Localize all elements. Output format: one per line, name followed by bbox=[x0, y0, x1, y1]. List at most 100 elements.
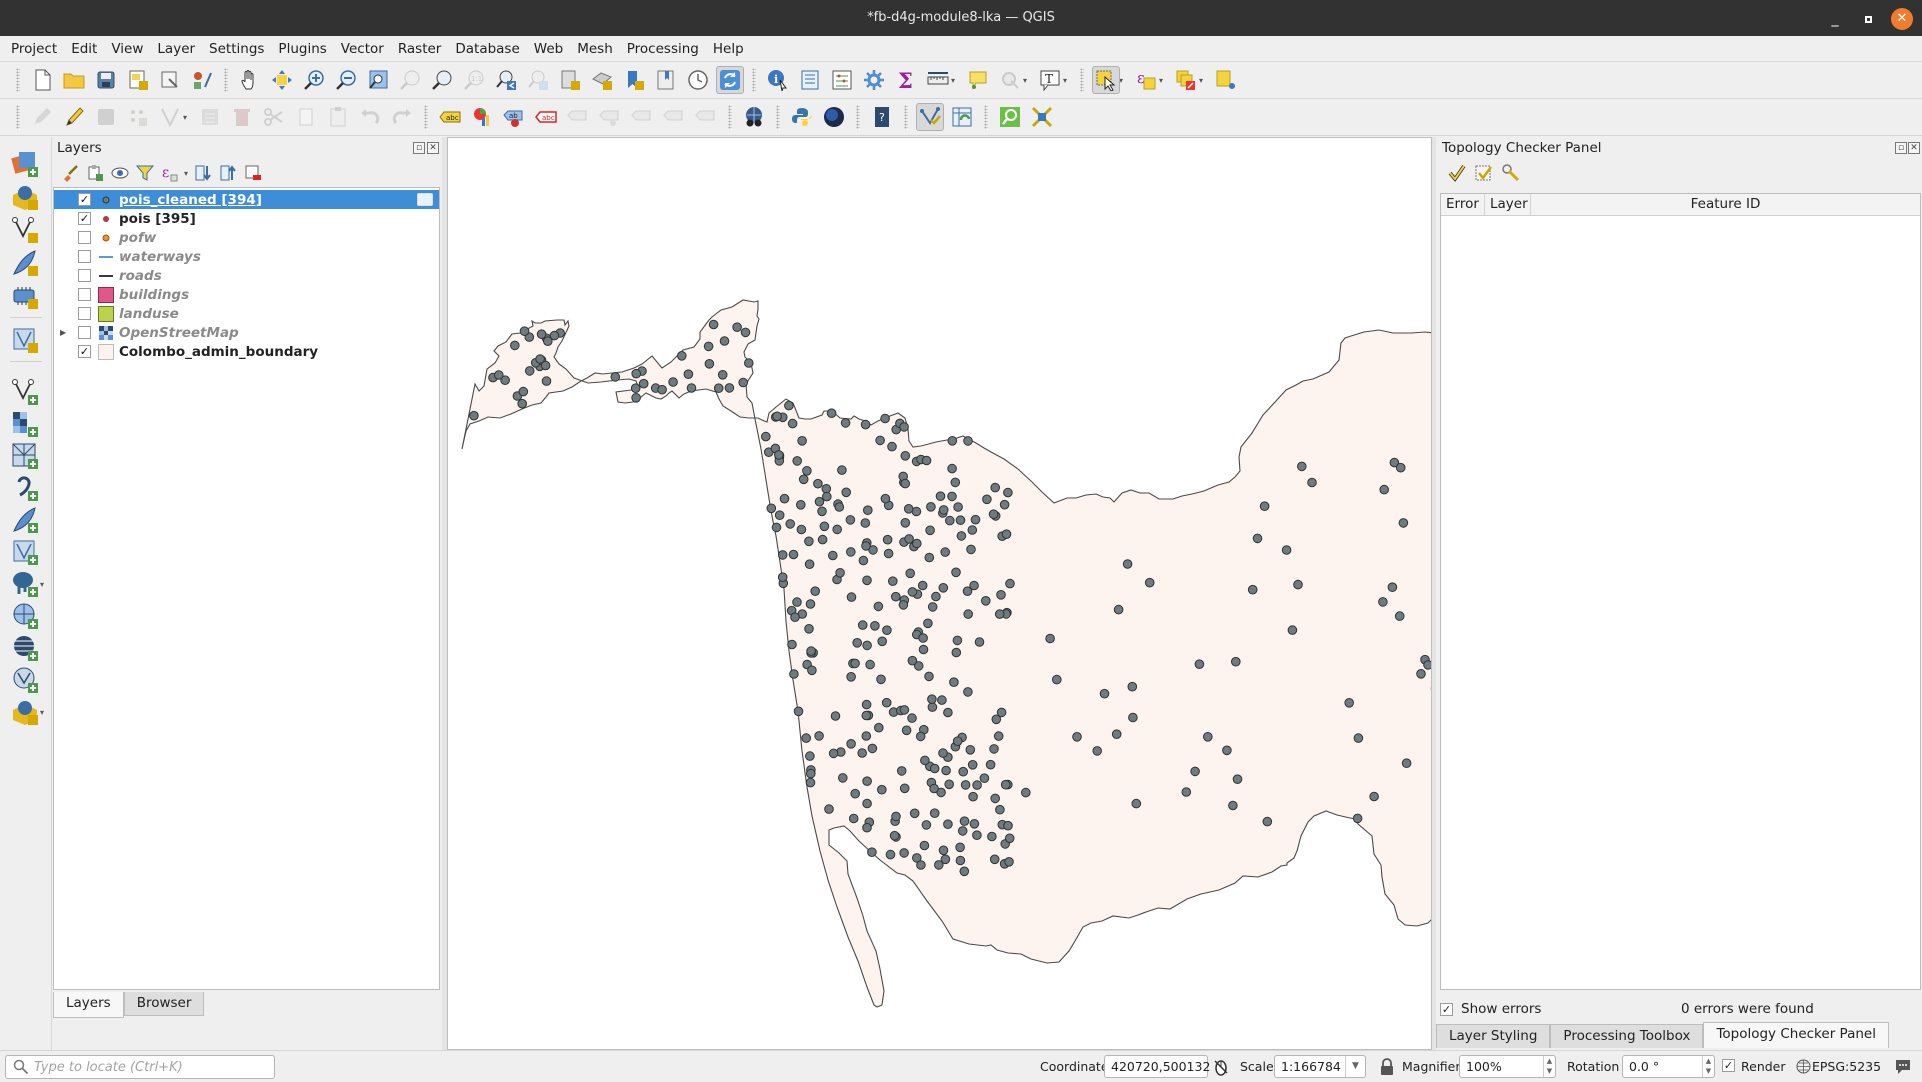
layer-visibility-checkbox[interactable]: ✓ bbox=[78, 212, 91, 225]
pan-to-selection-button[interactable] bbox=[268, 66, 296, 94]
tab-layers[interactable]: Layers bbox=[53, 992, 124, 1018]
layer-item-buildings[interactable]: buildings bbox=[54, 285, 439, 304]
measure-dropdown[interactable]: ▾ bbox=[951, 76, 959, 85]
locator-input[interactable] bbox=[34, 1058, 269, 1076]
validate-extent-button[interactable] bbox=[1473, 162, 1495, 184]
menu-database[interactable]: Database bbox=[448, 41, 526, 57]
show-errors-checkbox[interactable]: ✓ bbox=[1440, 1002, 1453, 1016]
menu-view[interactable]: View bbox=[104, 41, 150, 57]
change-label-button[interactable] bbox=[660, 103, 688, 131]
layer-visibility-checkbox[interactable] bbox=[78, 231, 91, 244]
filter-by-expression-button[interactable]: ε bbox=[159, 162, 181, 184]
layer-visibility-checkbox[interactable]: ✓ bbox=[78, 345, 91, 358]
toolbar-grip[interactable] bbox=[16, 68, 20, 92]
add-geopackage-button[interactable] bbox=[10, 697, 40, 727]
zoom-next-button[interactable] bbox=[524, 66, 552, 94]
render-checkbox[interactable]: ✓ bbox=[1722, 1059, 1735, 1072]
move-label-button[interactable] bbox=[564, 103, 592, 131]
python-console-button[interactable] bbox=[788, 103, 816, 131]
show-hide-labels-button[interactable] bbox=[596, 103, 624, 131]
add-group-button[interactable] bbox=[84, 162, 106, 184]
rotate-label-button[interactable] bbox=[628, 103, 656, 131]
show-bookmarks-button[interactable] bbox=[652, 66, 680, 94]
quick-osm-button[interactable] bbox=[996, 103, 1024, 131]
data-source-manager-button[interactable] bbox=[10, 149, 40, 179]
new-3d-map-view-button[interactable] bbox=[588, 66, 616, 94]
menu-help[interactable]: Help bbox=[706, 41, 751, 57]
layer-labeling-button[interactable]: abc bbox=[436, 103, 464, 131]
help-button[interactable]: ? bbox=[868, 103, 896, 131]
column-header-feature-id[interactable]: Feature ID bbox=[1531, 194, 1920, 216]
collapse-all-button[interactable] bbox=[217, 162, 239, 184]
menu-edit[interactable]: Edit bbox=[64, 41, 104, 57]
tab-processing-toolbox[interactable]: Processing Toolbox bbox=[1550, 1024, 1704, 1048]
close-panel-button[interactable]: ✕ bbox=[1908, 142, 1920, 154]
validate-all-button[interactable] bbox=[1446, 162, 1468, 184]
toolbar-grip[interactable] bbox=[728, 105, 732, 129]
layer-item-colombo-admin-boundary[interactable]: ✓ Colombo_admin_boundary bbox=[54, 342, 439, 361]
deselect-dropdown[interactable]: ▾ bbox=[1199, 76, 1207, 85]
statistical-summary-button[interactable]: Σ bbox=[892, 66, 920, 94]
layer-visibility-checkbox[interactable] bbox=[78, 326, 91, 339]
web-browser-button[interactable] bbox=[820, 103, 848, 131]
metasearch-button[interactable] bbox=[740, 103, 768, 131]
menu-mesh[interactable]: Mesh bbox=[570, 41, 620, 57]
annotation-dropdown[interactable]: ▾ bbox=[1063, 76, 1071, 85]
remove-layer-button[interactable] bbox=[242, 162, 264, 184]
menu-plugins[interactable]: Plugins bbox=[271, 41, 333, 57]
menu-vector[interactable]: Vector bbox=[334, 41, 391, 57]
map-canvas[interactable] bbox=[447, 137, 1432, 1050]
select-dropdown[interactable]: ▾ bbox=[1119, 76, 1127, 85]
delete-selected-button[interactable] bbox=[228, 103, 256, 131]
select-by-expression-button[interactable]: ε bbox=[1132, 66, 1160, 94]
layer-item-pois-cleaned[interactable]: ✓ pois_cleaned [394] bbox=[54, 190, 439, 209]
scale-field[interactable]: 1:166784 ▼ bbox=[1274, 1055, 1366, 1078]
menu-project[interactable]: Project bbox=[4, 41, 64, 57]
magnifier-field[interactable]: 100% ▲ ▼ bbox=[1459, 1055, 1556, 1078]
temporal-controller-button[interactable] bbox=[684, 66, 712, 94]
tab-topology-checker[interactable]: Topology Checker Panel bbox=[1703, 1022, 1889, 1048]
postgis-dropdown[interactable]: ▾ bbox=[40, 580, 44, 589]
measure-line-button[interactable] bbox=[924, 66, 952, 94]
messages-icon[interactable] bbox=[1894, 1058, 1912, 1075]
action-dropdown[interactable]: ▾ bbox=[1023, 76, 1031, 85]
paste-features-button[interactable] bbox=[324, 103, 352, 131]
pan-map-button[interactable] bbox=[236, 66, 264, 94]
toolbar-grip[interactable] bbox=[904, 105, 908, 129]
layer-item-roads[interactable]: roads bbox=[54, 266, 439, 285]
maximize-button[interactable] bbox=[1857, 8, 1879, 30]
layer-visibility-checkbox[interactable]: ✓ bbox=[78, 193, 91, 206]
layer-diagram-button[interactable] bbox=[468, 103, 496, 131]
show-errors-toggle[interactable]: ✓ Show errors bbox=[1440, 1001, 1541, 1017]
toolbar-grip[interactable] bbox=[856, 105, 860, 129]
new-temporary-scratch-layer-button[interactable] bbox=[10, 248, 40, 278]
new-project-button[interactable] bbox=[28, 66, 56, 94]
layer-visibility-checkbox[interactable] bbox=[78, 269, 91, 282]
column-header-layer[interactable]: Layer bbox=[1485, 194, 1531, 216]
undo-button[interactable] bbox=[356, 103, 384, 131]
menu-web[interactable]: Web bbox=[527, 41, 570, 57]
close-panel-button[interactable]: ✕ bbox=[427, 142, 439, 154]
add-mesh-layer-button[interactable] bbox=[10, 441, 40, 471]
text-annotation-button[interactable]: T bbox=[1036, 66, 1064, 94]
rotation-spinner[interactable]: ▲ ▼ bbox=[1702, 1056, 1714, 1077]
processing-toolbox-button[interactable] bbox=[860, 66, 888, 94]
open-project-button[interactable] bbox=[60, 66, 88, 94]
layer-item-pois[interactable]: ✓ pois [395] bbox=[54, 209, 439, 228]
new-mesh-layer-button[interactable] bbox=[10, 325, 40, 355]
locator-bar[interactable] bbox=[5, 1055, 275, 1079]
menu-raster[interactable]: Raster bbox=[391, 41, 449, 57]
toolbar-grip[interactable] bbox=[752, 68, 756, 92]
toggle-editing-button[interactable] bbox=[60, 103, 88, 131]
new-map-view-button[interactable] bbox=[556, 66, 584, 94]
lock-scale-icon[interactable] bbox=[1380, 1058, 1394, 1076]
map-tips-button[interactable] bbox=[964, 66, 992, 94]
expand-arrow-icon[interactable]: ▶ bbox=[60, 328, 66, 337]
add-vector-layer-button[interactable] bbox=[10, 377, 40, 407]
zoom-out-button[interactable] bbox=[332, 66, 360, 94]
float-panel-button[interactable]: ▫ bbox=[413, 142, 425, 154]
select-by-location-button[interactable] bbox=[1212, 66, 1240, 94]
add-wms-layer-button[interactable] bbox=[10, 601, 40, 631]
current-edits-button[interactable] bbox=[28, 103, 56, 131]
field-calculator-button[interactable] bbox=[828, 66, 856, 94]
